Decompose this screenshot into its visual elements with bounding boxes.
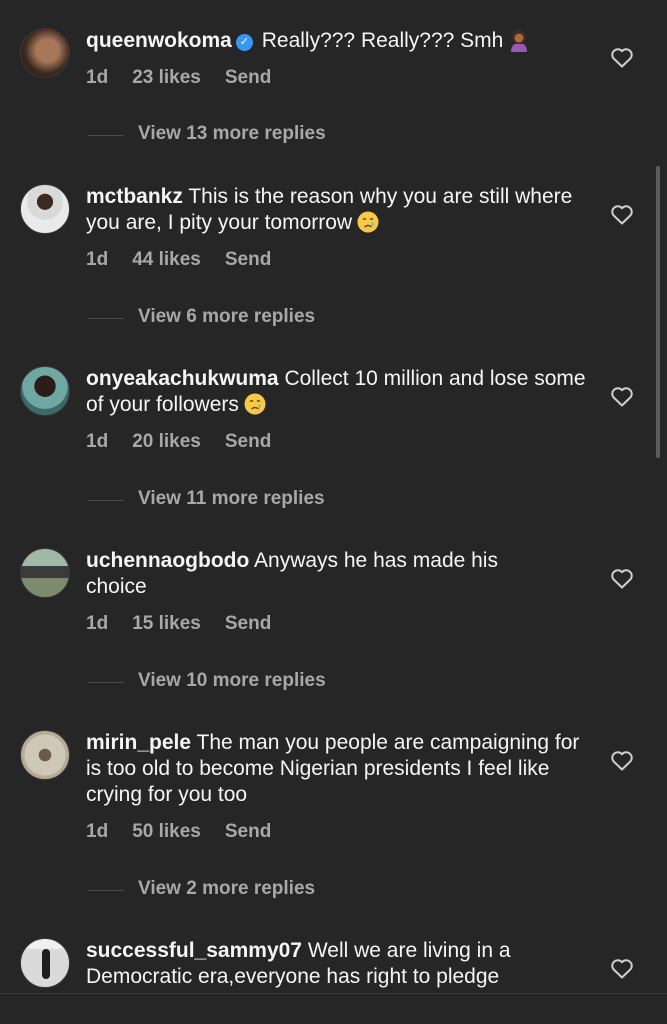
comment-text: Really??? Really??? Smh: [261, 29, 504, 52]
likes-count[interactable]: 44 likes: [132, 249, 201, 271]
comment-meta: 1d 50 likes Send: [86, 821, 295, 843]
likes-count[interactable]: 50 likes: [132, 821, 201, 843]
scrollbar[interactable]: [656, 166, 660, 458]
avatar[interactable]: [20, 730, 70, 780]
comment-username[interactable]: mctbankz: [86, 185, 183, 208]
heart-outline-icon[interactable]: [610, 203, 634, 225]
comment-body: mctbankz This is the reason why you are …: [86, 184, 586, 236]
heart-outline-icon[interactable]: [610, 957, 634, 979]
avatar[interactable]: [20, 28, 70, 78]
view-replies-label[interactable]: View 10 more replies: [138, 670, 326, 692]
comment-username[interactable]: queenwokoma: [86, 29, 232, 52]
replies-divider: [88, 318, 124, 319]
comment-username[interactable]: mirin_pele: [86, 731, 191, 754]
avatar[interactable]: [20, 366, 70, 416]
heart-outline-icon[interactable]: [610, 749, 634, 771]
view-replies-label[interactable]: View 6 more replies: [138, 306, 315, 328]
view-replies-label[interactable]: View 2 more replies: [138, 878, 315, 900]
woman-tipping-hand-emoji-icon: [511, 30, 528, 52]
comment-body: uchennaogbodo Anyways he has made his ch…: [86, 548, 546, 600]
avatar[interactable]: [20, 548, 70, 598]
comment-username[interactable]: onyeakachukwuma: [86, 367, 279, 390]
heart-outline-icon[interactable]: [610, 567, 634, 589]
likes-count[interactable]: 23 likes: [132, 67, 201, 89]
replies-divider: [88, 682, 124, 683]
bottom-divider: [0, 993, 667, 994]
comment-username[interactable]: successful_sammy07: [86, 939, 302, 962]
avatar[interactable]: [20, 938, 70, 988]
send-button[interactable]: Send: [225, 431, 271, 453]
comment-body: successful_sammy07 Well we are living in…: [86, 938, 586, 990]
heart-outline-icon[interactable]: [610, 46, 634, 68]
replies-divider: [88, 890, 124, 891]
view-replies-label[interactable]: View 13 more replies: [138, 123, 326, 145]
send-button[interactable]: Send: [225, 613, 271, 635]
comment-time: 1d: [86, 613, 109, 634]
comment-time: 1d: [86, 821, 109, 842]
comment-body: onyeakachukwuma Collect 10 million and l…: [86, 366, 586, 418]
comment-meta: 1d 23 likes Send: [86, 67, 295, 89]
send-button[interactable]: Send: [225, 249, 271, 271]
comment-time: 1d: [86, 249, 109, 270]
send-button[interactable]: Send: [225, 67, 271, 89]
verified-badge-icon: ✓: [235, 34, 253, 51]
comment-body: mirin_pele The man you people are campai…: [86, 730, 586, 808]
comment-meta: 1d 44 likes Send: [86, 249, 295, 271]
replies-divider: [88, 500, 124, 501]
replies-divider: [88, 135, 124, 136]
heart-outline-icon[interactable]: [610, 385, 634, 407]
comment-body: queenwokoma ✓ Really??? Really??? Smh: [86, 28, 586, 54]
view-replies-label[interactable]: View 11 more replies: [138, 488, 325, 510]
comment-time: 1d: [86, 67, 109, 88]
comment-meta: 1d 20 likes Send: [86, 431, 295, 453]
likes-count[interactable]: 15 likes: [132, 613, 201, 635]
comment-username[interactable]: uchennaogbodo: [86, 549, 249, 572]
comment-meta: 1d 15 likes Send: [86, 613, 295, 635]
avatar[interactable]: [20, 184, 70, 234]
send-button[interactable]: Send: [225, 821, 271, 843]
comment-time: 1d: [86, 431, 109, 452]
crying-face-emoji-icon: [357, 211, 379, 233]
crying-face-emoji-icon: [244, 393, 266, 415]
likes-count[interactable]: 20 likes: [132, 431, 201, 453]
